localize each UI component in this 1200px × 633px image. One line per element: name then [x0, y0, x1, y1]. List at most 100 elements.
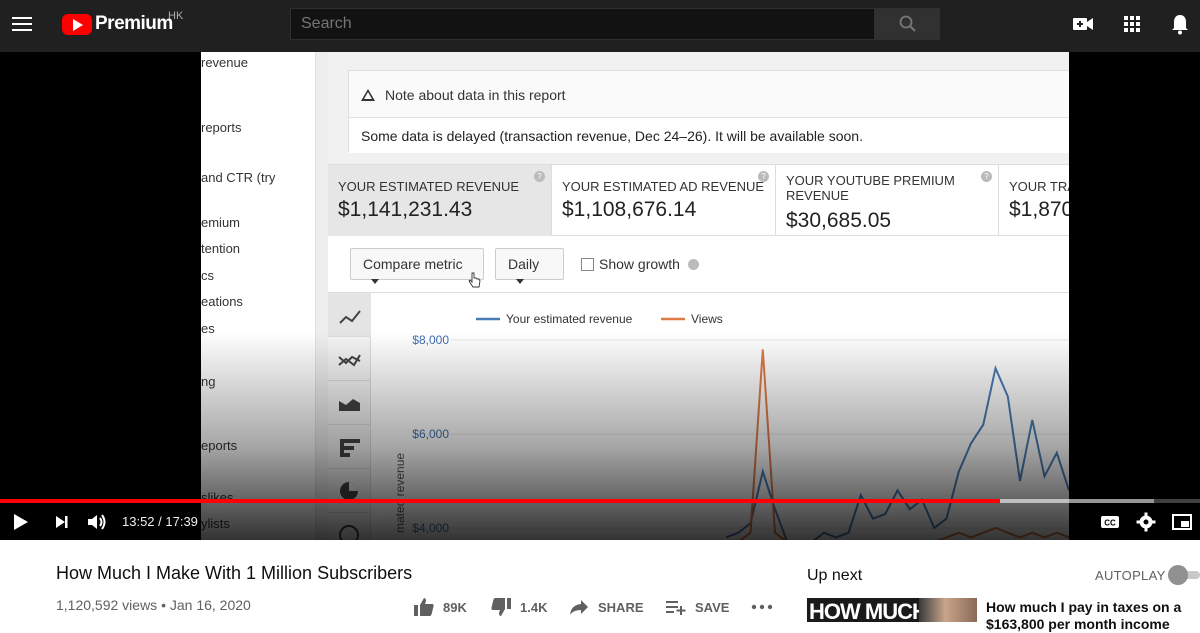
metric-card-ad-revenue: ? YOUR ESTIMATED AD REVENUE $1,108,676.1… — [552, 165, 776, 237]
show-growth-label: Show growth — [599, 256, 680, 272]
show-growth-toggle[interactable]: Show growth — [581, 256, 699, 272]
help-icon: ? — [758, 171, 769, 182]
thumbs-up-icon — [414, 598, 434, 616]
next-video-title[interactable]: How much I pay in taxes on a $163,800 pe… — [986, 599, 1186, 633]
timecode: 13:52 / 17:39 — [122, 514, 198, 529]
dislike-button[interactable]: 1.4K — [490, 597, 547, 617]
search-input[interactable] — [290, 8, 875, 40]
help-icon: ? — [981, 171, 992, 182]
miniplayer-icon[interactable] — [1170, 510, 1194, 534]
legend-label: Your estimated revenue — [506, 312, 633, 326]
chart-controls: Compare metric Daily Show growth — [328, 236, 1069, 292]
metric-label: YOUR TRA — [1009, 179, 1069, 194]
video-info: How Much I Make With 1 Million Subscribe… — [0, 540, 1200, 632]
save-label: SAVE — [695, 599, 730, 615]
video-title: How Much I Make With 1 Million Subscribe… — [56, 563, 413, 583]
nav-item: cs — [201, 268, 214, 283]
y-tick-label: $6,000 — [412, 427, 449, 441]
pie-chart-tool[interactable] — [328, 469, 371, 513]
save-button[interactable]: SAVE — [665, 597, 729, 617]
help-icon: ? — [534, 171, 545, 182]
nav-item: and CTR (try — [201, 170, 276, 185]
settings-gear-icon[interactable] — [1134, 510, 1158, 534]
nav-item: reports — [201, 120, 242, 135]
y-tick-label: $8,000 — [412, 333, 449, 347]
metric-value: $1,870 — [1009, 198, 1069, 221]
area-chart-tool[interactable] — [328, 381, 371, 425]
metric-card-premium-revenue: ? YOUR YOUTUBE PREMIUM REVENUE $30,685.0… — [776, 165, 999, 237]
compare-metric-dropdown[interactable]: Compare metric — [350, 248, 484, 284]
menu-icon[interactable] — [10, 12, 34, 36]
metric-value: $30,685.05 — [786, 209, 892, 232]
metric-value: $1,141,231.43 — [338, 198, 473, 221]
notice-message: Some data is delayed (transaction revenu… — [349, 117, 1069, 153]
help-icon — [687, 258, 699, 270]
multi-line-chart-icon — [338, 354, 361, 367]
nav-item: ylists — [201, 516, 230, 531]
notice-title: Note about data in this report — [385, 87, 566, 103]
thumbnail-image — [919, 598, 977, 622]
volume-icon[interactable] — [85, 510, 109, 534]
nav-item: es — [201, 321, 215, 336]
metric-cards: ? YOUR ESTIMATED REVENUE $1,141,231.43 ?… — [328, 164, 1069, 237]
bar-chart-icon — [340, 439, 360, 457]
thumbs-down-icon — [491, 598, 511, 616]
warning-icon — [361, 89, 375, 101]
data-notice: Note about data in this report Some data… — [348, 70, 1069, 153]
played-bar — [0, 499, 1000, 503]
like-button[interactable]: 89K — [413, 597, 467, 617]
search-button[interactable] — [875, 8, 940, 40]
bar-chart-tool[interactable] — [328, 425, 371, 469]
line-chart-icon — [339, 310, 361, 324]
show-growth-checkbox[interactable] — [581, 257, 594, 271]
metric-card-transaction-revenue: YOUR TRA $1,870 — [999, 165, 1069, 237]
metric-label: YOUR ESTIMATED REVENUE — [338, 179, 520, 194]
dislike-count: 1.4K — [520, 599, 548, 615]
search-icon — [899, 15, 916, 32]
create-video-icon[interactable] — [1071, 12, 1095, 36]
next-video-icon[interactable] — [50, 510, 74, 534]
daily-label: Daily — [508, 256, 540, 272]
line-chart-tool[interactable] — [328, 293, 371, 337]
play-icon[interactable] — [8, 510, 32, 534]
youtube-logo[interactable]: Premium HK — [62, 10, 183, 36]
studio-left-nav: revenue reports and CTR (try emium tenti… — [201, 52, 316, 540]
apps-grid-icon[interactable] — [1120, 12, 1144, 36]
video-frame: revenue reports and CTR (try emium tenti… — [201, 52, 1069, 540]
metric-card-estimated-revenue: ? YOUR ESTIMATED REVENUE $1,141,231.43 — [328, 165, 552, 237]
autoplay-toggle[interactable] — [1166, 564, 1200, 586]
series-line — [725, 364, 1069, 540]
daily-dropdown[interactable]: Daily — [495, 248, 564, 284]
metric-label: YOUR ESTIMATED AD REVENUE — [562, 179, 765, 194]
chevron-down-icon — [516, 278, 524, 284]
video-player[interactable]: revenue reports and CTR (try emium tenti… — [0, 52, 1200, 540]
autoplay-label: AUTOPLAY — [1095, 568, 1166, 583]
thumbnail-text: HOW MUCH — [809, 599, 928, 622]
youtube-play-icon — [62, 13, 92, 35]
notifications-bell-icon[interactable] — [1168, 12, 1192, 36]
toggle-knob — [1168, 565, 1188, 585]
map-chart-tool[interactable] — [328, 513, 371, 540]
metric-label: YOUR YOUTUBE PREMIUM REVENUE — [786, 173, 955, 203]
nav-item: emium — [201, 215, 241, 230]
nav-item: tention — [201, 241, 241, 256]
metric-value: $1,108,676.14 — [562, 198, 697, 221]
nav-gutter — [316, 52, 328, 540]
stacked-line-tool[interactable] — [328, 337, 371, 381]
chevron-down-icon — [371, 278, 379, 284]
more-actions-icon[interactable] — [751, 604, 773, 610]
analytics-content: Note about data in this report Some data… — [328, 52, 1069, 540]
closed-captions-icon[interactable]: CC — [1098, 510, 1122, 534]
y-axis-title: mated revenue — [393, 453, 407, 533]
video-meta: 1,120,592 views • Jan 16, 2020 — [56, 597, 251, 613]
next-video-thumbnail[interactable]: HOW MUCH — [807, 598, 977, 622]
progress-bar[interactable] — [0, 499, 1200, 503]
series-line — [739, 349, 1069, 540]
share-arrow-icon — [570, 600, 588, 615]
share-button[interactable]: SHARE — [568, 597, 644, 617]
share-label: SHARE — [598, 599, 644, 615]
area-chart-icon — [339, 399, 360, 411]
nav-item: eports — [201, 438, 238, 453]
nav-item: eations — [201, 294, 243, 309]
y-tick-label: $4,000 — [412, 521, 449, 535]
